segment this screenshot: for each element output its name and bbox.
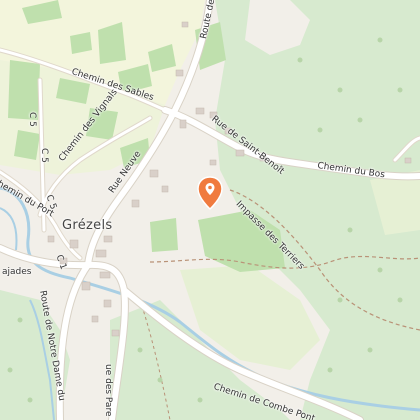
road-label-ajades: ajades [2,267,32,277]
road-label-c5-c: C 5 [39,148,49,163]
town-label: Grézels [62,218,113,233]
map-pin-icon [197,176,223,210]
map-view[interactable]: Route de Chemin des Sables Chemin des Vi… [0,0,420,420]
road-label-rue-bottom: ue des Pare [103,364,113,417]
road-label-c5-a: C 5 [27,112,37,127]
map-canvas [0,0,420,420]
location-marker[interactable] [197,176,223,210]
